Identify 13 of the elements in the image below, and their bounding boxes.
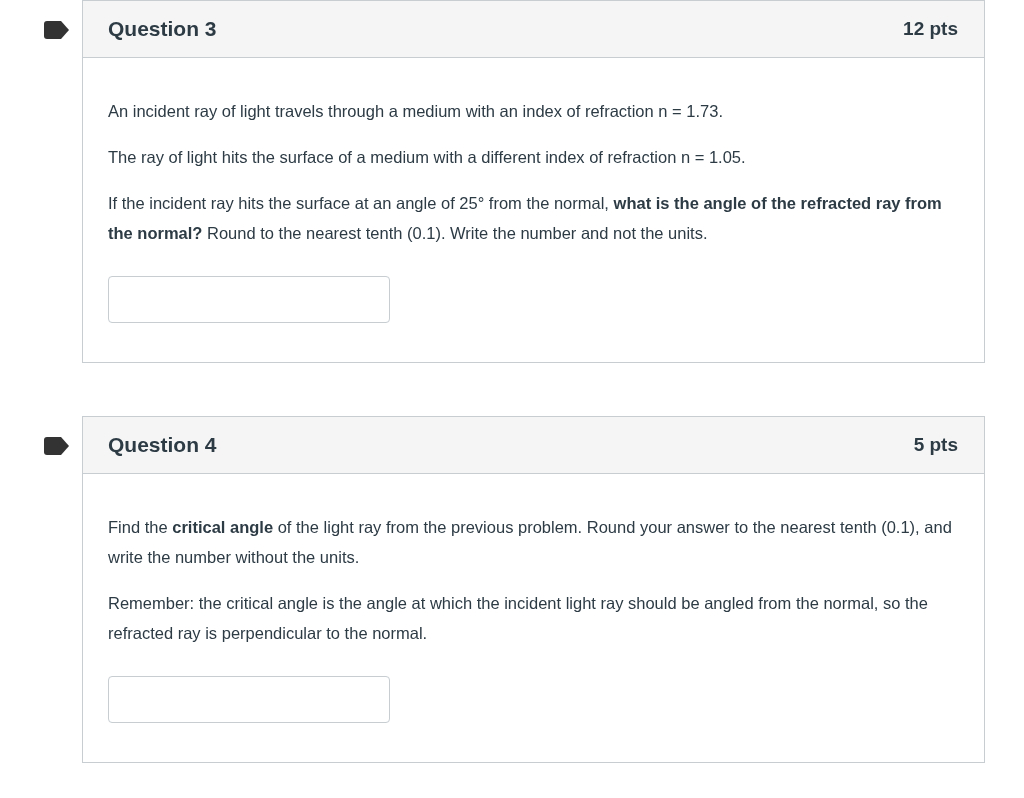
points-label: 12 pts [903,18,958,40]
question-title: Question 3 [108,17,217,41]
question-text: The ray of light hits the surface of a medium with a different index of refraction n = 1.05. [108,147,747,168]
question-text: An incident ray of light travels through a medium with an index of refraction n = 1.73. [108,101,724,122]
question-text: Remember: the critical angle is the angle at which the incident light ray should be angled from the normal, so the refracted ray is perpendicular to the normal. [108,593,929,644]
question-text: If the incident ray hits the surface at an angle of 25° from the normal, what is the angle of the refracted ray from the normal? Round to the nearest tenth (0.1). Write the number and not the units. [108,193,943,244]
answer-field[interactable] [108,276,390,323]
question-text: Find the critical angle of the light ray from the previous problem. Round your answer to the nearest tenth (0.1), and write the number without the units. [108,517,953,568]
question-title: Question 4 [108,433,217,457]
points-label: 5 pts [913,434,958,456]
bookmark-flag-icon[interactable] [44,21,70,39]
answer-field[interactable] [108,676,390,723]
bookmark-flag-icon[interactable] [44,437,70,455]
